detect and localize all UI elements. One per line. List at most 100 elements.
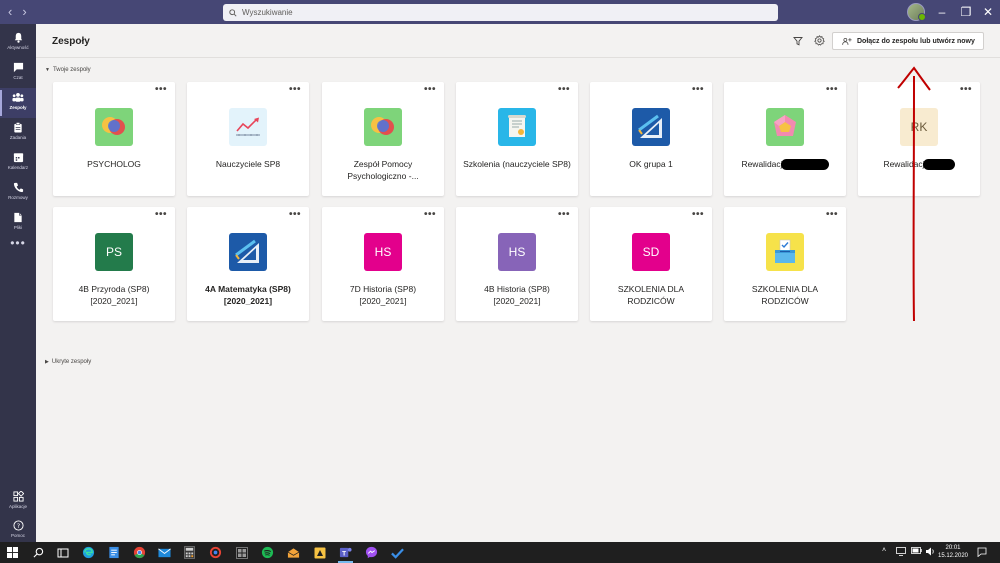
- notifications-icon[interactable]: [977, 547, 987, 559]
- phone-icon: [13, 182, 23, 193]
- geometry-tools-icon: [229, 233, 267, 271]
- photos-app-icon[interactable]: [234, 545, 249, 560]
- team-card[interactable]: ••• HS 7D Historia (SP8) [2020_2021]: [322, 207, 444, 321]
- search-placeholder: Wyszukiwanie: [242, 8, 293, 17]
- caret-down-icon: ▼: [45, 67, 50, 73]
- join-or-create-team-button[interactable]: Dołącz do zespołu lub utwórz nowy: [832, 32, 984, 50]
- restore-icon[interactable]: ❐: [958, 4, 974, 20]
- forward-arrow-icon[interactable]: ›: [22, 4, 26, 20]
- caret-right-icon: ▶: [45, 359, 49, 365]
- search-icon: [229, 8, 237, 17]
- team-name: Zespół Pomocy Psychologiczno -...: [347, 159, 419, 181]
- more-options-icon[interactable]: •••: [424, 84, 436, 95]
- messenger-icon[interactable]: [364, 545, 379, 560]
- team-card[interactable]: ••• PS 4B Przyroda (SP8) [2020_2021]: [53, 207, 175, 321]
- mail-client-icon[interactable]: [286, 545, 301, 560]
- calculator-icon[interactable]: [182, 545, 197, 560]
- page-header: Zespoły Dołącz do zespołu lub utwórz now…: [36, 24, 1000, 58]
- rail-item-activity[interactable]: Aktywność: [0, 28, 36, 58]
- minimize-icon[interactable]: –: [934, 4, 950, 20]
- title-bar: ‹ › Wyszukiwanie – ❐ ✕: [0, 0, 1000, 24]
- history-nav: ‹ ›: [8, 4, 27, 20]
- more-options-icon[interactable]: •••: [960, 84, 972, 95]
- edge-icon[interactable]: [81, 545, 96, 560]
- section-your-teams[interactable]: ▼ Twoje zespoły: [45, 67, 91, 73]
- drive-icon[interactable]: [312, 545, 327, 560]
- team-card[interactable]: ••• Rewalidacj: [724, 82, 846, 196]
- more-options-icon[interactable]: •••: [289, 84, 301, 95]
- profile-avatar[interactable]: [907, 3, 926, 21]
- more-options-icon[interactable]: •••: [692, 209, 704, 220]
- assignments-icon: [14, 122, 22, 133]
- team-name: 7D Historia (SP8) [2020_2021]: [349, 284, 417, 306]
- more-options-icon[interactable]: •••: [424, 209, 436, 220]
- team-card[interactable]: ••• SD SZKOLENIA DLA RODZICÓW: [590, 207, 712, 321]
- close-icon[interactable]: ✕: [980, 4, 996, 20]
- add-team-icon: [842, 37, 852, 45]
- more-options-icon[interactable]: •••: [155, 84, 167, 95]
- more-options-icon[interactable]: •••: [558, 84, 570, 95]
- rail-item-calendar[interactable]: Kalendarz: [0, 148, 36, 178]
- team-name: Nauczyciele SP8: [215, 159, 281, 169]
- team-card[interactable]: ••• Zespół Pomocy Psychologiczno -...: [322, 82, 444, 196]
- team-card[interactable]: ••• HS 4B Historia (SP8) [2020_2021]: [456, 207, 578, 321]
- ballot-box-icon: [766, 233, 804, 271]
- network-icon[interactable]: [896, 547, 906, 558]
- battery-icon[interactable]: [911, 547, 922, 556]
- team-card[interactable]: ••• Nauczyciele SP8: [187, 82, 309, 196]
- team-name: SZKOLENIA DLA RODZICÓW: [617, 284, 685, 306]
- chrome-icon[interactable]: [132, 545, 147, 560]
- chat-icon: [13, 62, 23, 73]
- more-options-icon[interactable]: •••: [558, 209, 570, 220]
- refresh-app-icon[interactable]: [208, 545, 223, 560]
- team-card[interactable]: ••• Szkolenia (nauczyciele SP8): [456, 82, 578, 196]
- team-card[interactable]: ••• PSYCHOLOG: [53, 82, 175, 196]
- speech-bubbles-icon: [364, 108, 402, 146]
- team-name: Rewalidacj: [730, 158, 840, 171]
- filter-icon[interactable]: [793, 36, 803, 46]
- spotify-icon[interactable]: [260, 545, 275, 560]
- back-arrow-icon[interactable]: ‹: [8, 4, 12, 20]
- notepad-icon[interactable]: [106, 545, 121, 560]
- more-options-icon[interactable]: •••: [826, 84, 838, 95]
- team-name: SZKOLENIA DLA RODZICÓW: [751, 284, 819, 306]
- section-hidden-teams[interactable]: ▶ Ukryte zespoły: [45, 359, 91, 365]
- more-options-icon[interactable]: •••: [155, 209, 167, 220]
- task-view-icon[interactable]: [55, 545, 70, 560]
- mail-icon[interactable]: [157, 545, 172, 560]
- more-options-icon[interactable]: •••: [289, 209, 301, 220]
- team-initials-avatar: HS: [498, 233, 536, 271]
- taskbar-clock[interactable]: 20:01 15.12.2020: [937, 544, 969, 560]
- rail-more-icon[interactable]: •••: [0, 236, 36, 250]
- taskbar-search-icon[interactable]: [31, 545, 46, 560]
- rail-item-apps[interactable]: Aplikacje: [0, 487, 36, 517]
- volume-icon[interactable]: [925, 547, 935, 558]
- rail-item-calls[interactable]: Rozmowy: [0, 178, 36, 208]
- team-name: 4B Przyroda (SP8) [2020_2021]: [78, 284, 150, 306]
- speech-bubbles-icon: [95, 108, 133, 146]
- tray-expand-icon[interactable]: ˄: [882, 547, 886, 554]
- apps-icon: [12, 491, 24, 502]
- team-card[interactable]: ••• OK grupa 1: [590, 82, 712, 196]
- page-title: Zespoły: [52, 36, 90, 47]
- teams-icon: [12, 93, 24, 102]
- rail-item-files[interactable]: Pliki: [0, 208, 36, 238]
- rail-item-teams[interactable]: Zespoły: [0, 88, 36, 118]
- more-options-icon[interactable]: •••: [826, 209, 838, 220]
- teams-taskbar-icon[interactable]: T: [338, 545, 353, 563]
- team-card[interactable]: ••• SZKOLENIA DLA RODZICÓW: [724, 207, 846, 321]
- rail-item-assignments[interactable]: Zadania: [0, 118, 36, 148]
- team-name: PSYCHOLOG: [87, 159, 141, 169]
- windows-start-icon[interactable]: [5, 545, 20, 560]
- gear-icon[interactable]: [814, 35, 825, 46]
- windows-taskbar: T ˄ 20:01 15.12.2020: [0, 542, 1000, 563]
- todo-icon[interactable]: [390, 545, 405, 560]
- team-card[interactable]: ••• 4A Matematyka (SP8) [2020_2021]: [187, 207, 309, 321]
- more-options-icon[interactable]: •••: [692, 84, 704, 95]
- team-initials-avatar: HS: [364, 233, 402, 271]
- search-input[interactable]: Wyszukiwanie: [223, 4, 778, 21]
- team-name: 4A Matematyka (SP8) [2020_2021]: [205, 284, 291, 306]
- rail-item-chat[interactable]: Czat: [0, 58, 36, 88]
- svg-text:T: T: [342, 550, 346, 557]
- geometry-tools-icon: [632, 108, 670, 146]
